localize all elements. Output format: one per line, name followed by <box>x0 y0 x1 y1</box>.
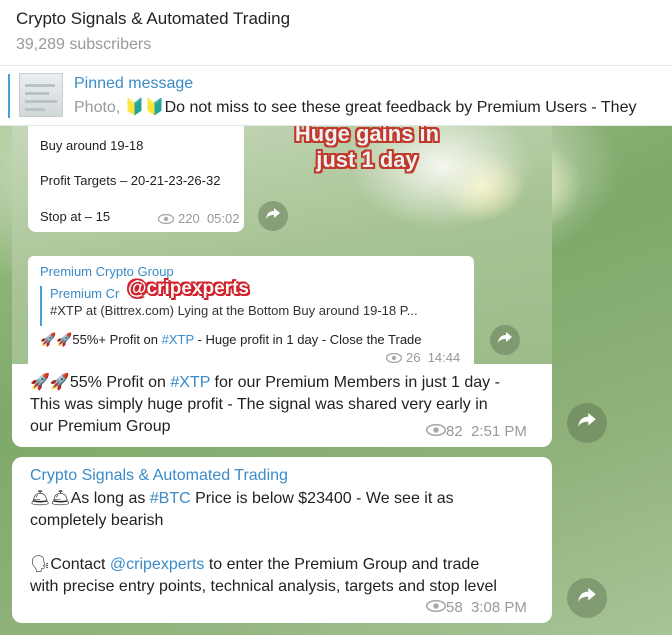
share-icon <box>578 413 596 433</box>
inner-line-stop: Stop at – 15 <box>40 209 111 224</box>
caption-line1: 🚀🚀55% Profit on #XTP for our Premium Mem… <box>30 374 500 391</box>
photo-message[interactable]: Huge gains in just 1 day Buy around 19-1… <box>12 126 552 374</box>
share-button[interactable] <box>258 201 288 231</box>
pinned-indicator <box>8 74 10 118</box>
pinned-preview: Photo, 🔰🔰Do not miss to see these great … <box>74 97 636 117</box>
caption-line3: our Premium Group <box>30 418 171 435</box>
share-icon <box>578 588 596 608</box>
subscriber-count: 39,289 subscribers <box>16 36 152 53</box>
channel-header[interactable]: Crypto Signals & Automated Trading 39,28… <box>0 0 672 66</box>
forwarded-card: Premium Crypto Group Premium Cr #XTP at … <box>28 256 474 368</box>
quote-author: Premium Cr <box>50 286 120 301</box>
inner-line-targets: Profit Targets – 20-21-23-26-32 <box>40 173 221 188</box>
mention-link[interactable]: @cripexperts <box>110 556 205 573</box>
pinned-thumbnail <box>19 73 63 117</box>
pinned-emoji: 🔰🔰 <box>124 99 165 116</box>
inner-line-buy: Buy around 19-18 <box>40 138 144 153</box>
reply-quote[interactable]: Premium Cr #XTP at (Bittrex.com) Lying a… <box>40 286 460 326</box>
views-icon <box>157 212 175 227</box>
pinned-prefix: Photo, <box>74 99 121 116</box>
pinned-text: Do not miss to see these great feedback … <box>164 99 637 116</box>
forward-button-2[interactable] <box>567 578 607 618</box>
caption-meta: 82 2:51 PM <box>425 423 527 440</box>
inner-meta: 220 05:02 <box>157 211 239 227</box>
caption-line2: This was simply huge profit - The signal… <box>30 396 488 413</box>
share-icon <box>266 207 280 225</box>
photo-overlay-text: Huge gains in just 1 day <box>294 126 440 172</box>
message-author[interactable]: Crypto Signals & Automated Trading <box>30 467 288 485</box>
channel-title[interactable]: Crypto Signals & Automated Trading <box>16 9 290 29</box>
forwarded-text: 🚀🚀55%+ Profit on #XTP - Huge profit in 1… <box>40 332 422 347</box>
chat-area[interactable]: Huge gains in just 1 day Buy around 19-1… <box>0 126 672 635</box>
msg2-line3: 🗣Contact @cripexperts to enter the Premi… <box>30 556 480 573</box>
msg2-meta: 58 3:08 PM <box>425 599 527 616</box>
forward-button-1[interactable] <box>567 403 607 443</box>
pinned-message-bar[interactable]: Pinned message Photo, 🔰🔰Do not miss to s… <box>0 66 672 126</box>
msg2-line2: completely bearish <box>30 512 164 529</box>
watermark-text: @cripexperts <box>128 278 249 299</box>
msg2-line1: 🛎🛎As long as #BTC Price is below $23400 … <box>30 490 454 507</box>
share-button-2[interactable] <box>490 325 520 355</box>
share-icon <box>498 331 512 349</box>
quote-text: #XTP at (Bittrex.com) Lying at the Botto… <box>50 303 418 318</box>
forwarded-from[interactable]: Premium Crypto Group <box>40 264 174 279</box>
message-2[interactable]: Crypto Signals & Automated Trading 🛎🛎As … <box>12 457 552 623</box>
photo-inner-message: Buy around 19-18 Profit Targets – 20-21-… <box>28 126 244 232</box>
msg2-line4: with precise entry points, technical ana… <box>30 578 497 595</box>
pinned-label: Pinned message <box>74 75 194 92</box>
message-caption[interactable]: 🚀🚀55% Profit on #XTP for our Premium Mem… <box>12 364 552 447</box>
